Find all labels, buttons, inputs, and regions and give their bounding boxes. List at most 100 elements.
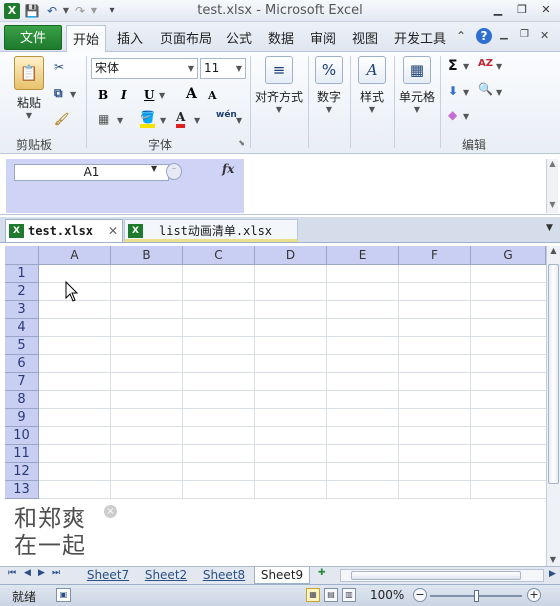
workbook-list-dropdown-icon[interactable]: ▼ bbox=[546, 223, 553, 233]
scroll-up-icon[interactable]: ▲ bbox=[547, 159, 558, 168]
row-header[interactable]: 4 bbox=[5, 319, 39, 337]
expand-icon[interactable]: ⁻ bbox=[166, 163, 182, 180]
insert-function-button[interactable]: fx bbox=[222, 162, 234, 176]
insert-sheet-icon[interactable]: ✚ bbox=[318, 568, 326, 578]
workbook-restore-icon[interactable]: ❐ bbox=[520, 29, 529, 40]
fill-color-dropdown-icon[interactable]: ▼ bbox=[160, 116, 166, 125]
page-break-view-icon[interactable]: ▥ bbox=[342, 588, 356, 602]
workbook-minimize-icon[interactable]: ▁ bbox=[500, 29, 508, 40]
sheet-tab[interactable]: Sheet2 bbox=[142, 567, 190, 584]
watermark-close-icon[interactable]: × bbox=[104, 505, 117, 518]
name-box-dropdown-icon[interactable]: ▼ bbox=[151, 164, 157, 173]
autosum-button[interactable]: Σ bbox=[448, 58, 458, 74]
scroll-down-icon[interactable]: ▼ bbox=[547, 200, 558, 209]
zoom-in-icon[interactable]: + bbox=[527, 588, 541, 602]
autosum-dropdown-icon[interactable]: ▼ bbox=[463, 62, 469, 71]
name-box[interactable]: A1 bbox=[14, 164, 169, 181]
font-color-button[interactable]: A bbox=[176, 110, 186, 128]
scroll-right-icon[interactable]: ▶ bbox=[549, 569, 556, 579]
row-header[interactable]: 5 bbox=[5, 337, 39, 355]
phonetic-dropdown-icon[interactable]: ▼ bbox=[236, 116, 242, 125]
underline-button[interactable]: U bbox=[144, 88, 154, 102]
workbook-tab-test[interactable]: X test.xlsx ✕ bbox=[5, 219, 123, 242]
tab-review[interactable]: 审阅 bbox=[310, 28, 336, 47]
copy-icon[interactable]: ⧉ bbox=[54, 86, 63, 101]
help-icon[interactable]: ? bbox=[476, 28, 492, 44]
last-sheet-icon[interactable]: ⏭ bbox=[52, 568, 60, 578]
horizontal-scroll-thumb[interactable] bbox=[351, 571, 521, 580]
clear-icon[interactable]: ◆ bbox=[448, 108, 457, 122]
column-header[interactable]: C bbox=[183, 246, 255, 265]
row-header[interactable]: 1 bbox=[5, 265, 39, 283]
number-format-button[interactable]: % 数字 ▼ bbox=[311, 56, 347, 114]
row-header[interactable]: 8 bbox=[5, 391, 39, 409]
macro-record-icon[interactable]: ▣ bbox=[56, 588, 71, 602]
paste-dropdown-icon[interactable]: ▼ bbox=[12, 111, 46, 120]
page-layout-view-icon[interactable]: ▤ bbox=[324, 588, 338, 602]
scroll-up-icon[interactable]: ▲ bbox=[547, 246, 560, 255]
tab-page-layout[interactable]: 页面布局 bbox=[160, 28, 212, 47]
paste-button[interactable]: 📋 粘贴 ▼ bbox=[12, 56, 46, 120]
close-icon[interactable]: ✕ bbox=[108, 220, 118, 243]
prev-sheet-icon[interactable]: ◀ bbox=[24, 568, 31, 578]
sheet-tab[interactable]: Sheet8 bbox=[200, 567, 248, 584]
cut-icon[interactable]: ✂ bbox=[54, 60, 64, 74]
tab-developer[interactable]: 开发工具 bbox=[394, 28, 446, 47]
grow-font-button[interactable]: A bbox=[186, 86, 197, 102]
sheet-tab-active[interactable]: Sheet9 bbox=[254, 567, 310, 584]
tab-file[interactable]: 文件 bbox=[4, 25, 62, 50]
underline-dropdown-icon[interactable]: ▼ bbox=[159, 91, 165, 100]
bold-button[interactable]: B bbox=[98, 88, 108, 102]
formula-input[interactable] bbox=[243, 159, 546, 213]
fill-color-icon[interactable]: 🪣 bbox=[140, 110, 155, 128]
tab-home[interactable]: 开始 bbox=[66, 25, 106, 52]
borders-icon[interactable]: ▦ bbox=[98, 112, 109, 126]
column-header[interactable]: B bbox=[111, 246, 183, 265]
zoom-out-icon[interactable]: − bbox=[413, 588, 427, 602]
shrink-font-button[interactable]: A bbox=[208, 89, 217, 102]
restore-icon[interactable]: ❐ bbox=[514, 3, 530, 17]
zoom-slider-thumb[interactable] bbox=[474, 590, 479, 602]
find-select-button[interactable]: 🔍 bbox=[478, 82, 493, 96]
column-header[interactable]: A bbox=[39, 246, 111, 265]
next-sheet-icon[interactable]: ▶ bbox=[38, 568, 45, 578]
tab-data[interactable]: 数据 bbox=[268, 28, 294, 47]
borders-dropdown-icon[interactable]: ▼ bbox=[117, 116, 123, 125]
column-header[interactable]: G bbox=[471, 246, 546, 265]
fill-icon[interactable]: ⬇ bbox=[448, 84, 458, 98]
phonetic-button[interactable]: wén bbox=[216, 110, 237, 120]
copy-dropdown-icon[interactable]: ▼ bbox=[70, 90, 76, 99]
italic-button[interactable]: I bbox=[121, 88, 127, 102]
row-header[interactable]: 3 bbox=[5, 301, 39, 319]
zoom-level[interactable]: 100% bbox=[370, 588, 404, 602]
cells-button[interactable]: ▦ 单元格 ▼ bbox=[397, 56, 437, 114]
sheet-tab[interactable]: Sheet7 bbox=[84, 567, 132, 584]
collapse-ribbon-icon[interactable]: ⌃ bbox=[456, 29, 466, 43]
sort-dropdown-icon[interactable]: ▼ bbox=[496, 62, 502, 71]
vertical-scrollbar[interactable]: ▲ ▼ bbox=[546, 246, 560, 566]
row-header[interactable]: 13 bbox=[5, 481, 39, 499]
column-header[interactable]: E bbox=[327, 246, 399, 265]
format-painter-icon[interactable]: 🖌 bbox=[54, 112, 69, 126]
row-header[interactable]: 12 bbox=[5, 463, 39, 481]
styles-button[interactable]: A 样式 ▼ bbox=[354, 56, 390, 114]
clear-dropdown-icon[interactable]: ▼ bbox=[463, 112, 469, 121]
horizontal-scrollbar[interactable] bbox=[340, 569, 544, 582]
row-header[interactable]: 11 bbox=[5, 445, 39, 463]
font-name-select[interactable]: 宋体 ▼ bbox=[91, 58, 198, 79]
row-header[interactable]: 9 bbox=[5, 409, 39, 427]
fill-dropdown-icon[interactable]: ▼ bbox=[463, 88, 469, 97]
column-header[interactable]: D bbox=[255, 246, 327, 265]
vertical-scroll-thumb[interactable] bbox=[548, 264, 559, 484]
sort-filter-button[interactable]: AZ bbox=[478, 58, 493, 69]
tab-insert[interactable]: 插入 bbox=[117, 28, 143, 47]
find-dropdown-icon[interactable]: ▼ bbox=[496, 88, 502, 97]
font-color-dropdown-icon[interactable]: ▼ bbox=[194, 116, 200, 125]
close-icon[interactable]: ✕ bbox=[538, 3, 554, 17]
font-dialog-launcher-icon[interactable]: ⬊ bbox=[238, 138, 245, 147]
row-header[interactable]: 7 bbox=[5, 373, 39, 391]
formula-bar-scrollbar[interactable]: ▲ ▼ bbox=[546, 159, 558, 213]
select-all-corner[interactable] bbox=[5, 246, 39, 265]
normal-view-icon[interactable]: ▦ bbox=[306, 588, 320, 602]
font-size-select[interactable]: 11 ▼ bbox=[200, 58, 246, 79]
